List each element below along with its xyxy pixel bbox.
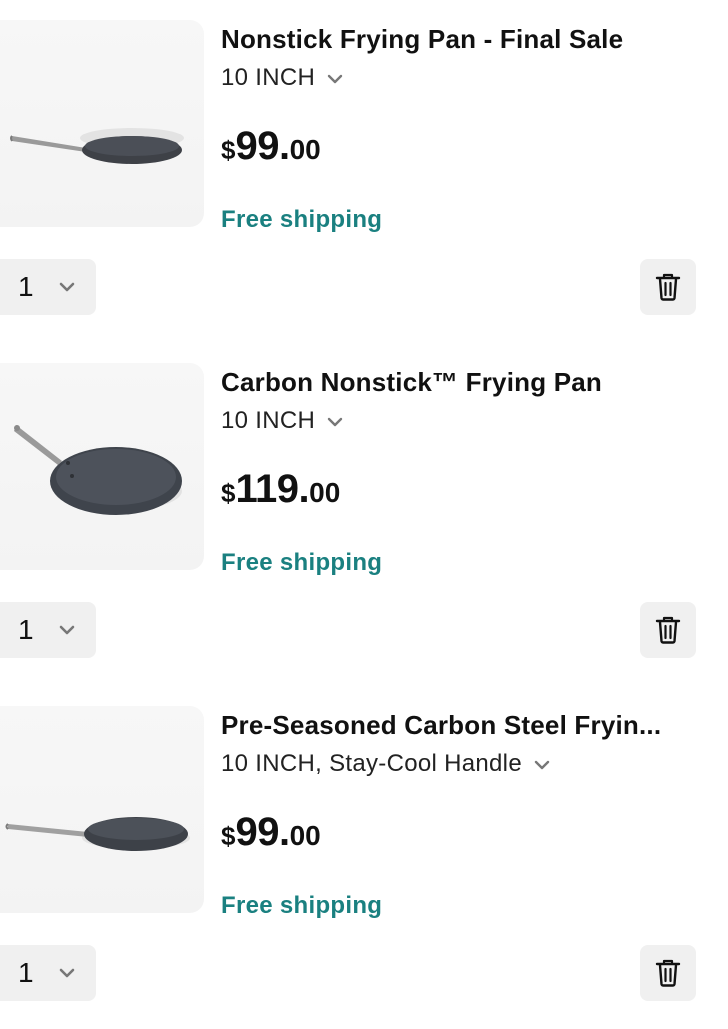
price-whole: 99.: [235, 810, 290, 854]
quantity-value: 1: [18, 957, 34, 988]
product-price: $ 119. 00: [221, 467, 340, 515]
trash-icon: [655, 616, 681, 644]
variant-selector[interactable]: 10 INCH: [221, 62, 345, 94]
chevron-down-icon: [56, 619, 78, 641]
cart-item: Nonstick Frying Pan - Final Sale 10 INCH…: [0, 0, 728, 343]
price-currency: $: [221, 821, 236, 851]
product-price: $ 99. 00: [221, 124, 321, 172]
chevron-down-icon: [325, 411, 345, 431]
quantity-selector[interactable]: 1: [0, 945, 96, 1001]
frying-pan-image: [5, 817, 190, 851]
trash-icon: [655, 959, 681, 987]
variant-label: 10 INCH, Stay-Cool Handle: [221, 750, 522, 777]
variant-selector[interactable]: 10 INCH: [221, 405, 345, 437]
shipping-label: Free shipping: [221, 892, 383, 919]
trash-icon: [655, 273, 681, 301]
product-image[interactable]: [0, 363, 204, 570]
variant-label: 10 INCH: [221, 407, 316, 434]
product-image[interactable]: [0, 20, 204, 227]
quantity-selector[interactable]: 1: [0, 259, 96, 315]
product-image[interactable]: [0, 706, 204, 913]
remove-item-button[interactable]: [640, 945, 696, 1001]
quantity-value: 1: [18, 614, 34, 645]
price-currency: $: [221, 478, 236, 508]
product-price: $ 99. 00: [221, 810, 321, 858]
price-cents: 00: [309, 477, 341, 508]
cart-item: Pre-Seasoned Carbon Steel Fryin... 10 IN…: [0, 686, 728, 1029]
price-cents: 00: [289, 134, 321, 165]
chevron-down-icon: [56, 962, 78, 984]
product-title[interactable]: Pre-Seasoned Carbon Steel Fryin...: [221, 708, 691, 742]
variant-selector[interactable]: 10 INCH, Stay-Cool Handle: [221, 748, 552, 780]
price-whole: 99.: [235, 124, 290, 168]
price-currency: $: [221, 135, 236, 165]
variant-label: 10 INCH: [221, 64, 316, 91]
frying-pan-image: [10, 128, 184, 164]
shipping-label: Free shipping: [221, 206, 383, 233]
chevron-down-icon: [56, 276, 78, 298]
remove-item-button[interactable]: [640, 602, 696, 658]
quantity-selector[interactable]: 1: [0, 602, 96, 658]
shipping-label: Free shipping: [221, 549, 383, 576]
price-whole: 119.: [235, 467, 310, 511]
quantity-value: 1: [18, 271, 34, 302]
cart-item: Carbon Nonstick™ Frying Pan 10 INCH $ 11…: [0, 343, 728, 686]
product-title[interactable]: Nonstick Frying Pan - Final Sale: [221, 22, 691, 56]
product-title[interactable]: Carbon Nonstick™ Frying Pan: [221, 365, 691, 399]
remove-item-button[interactable]: [640, 259, 696, 315]
frying-pan-image: [14, 425, 182, 515]
price-cents: 00: [289, 820, 321, 851]
chevron-down-icon: [325, 68, 345, 88]
chevron-down-icon: [532, 754, 552, 774]
